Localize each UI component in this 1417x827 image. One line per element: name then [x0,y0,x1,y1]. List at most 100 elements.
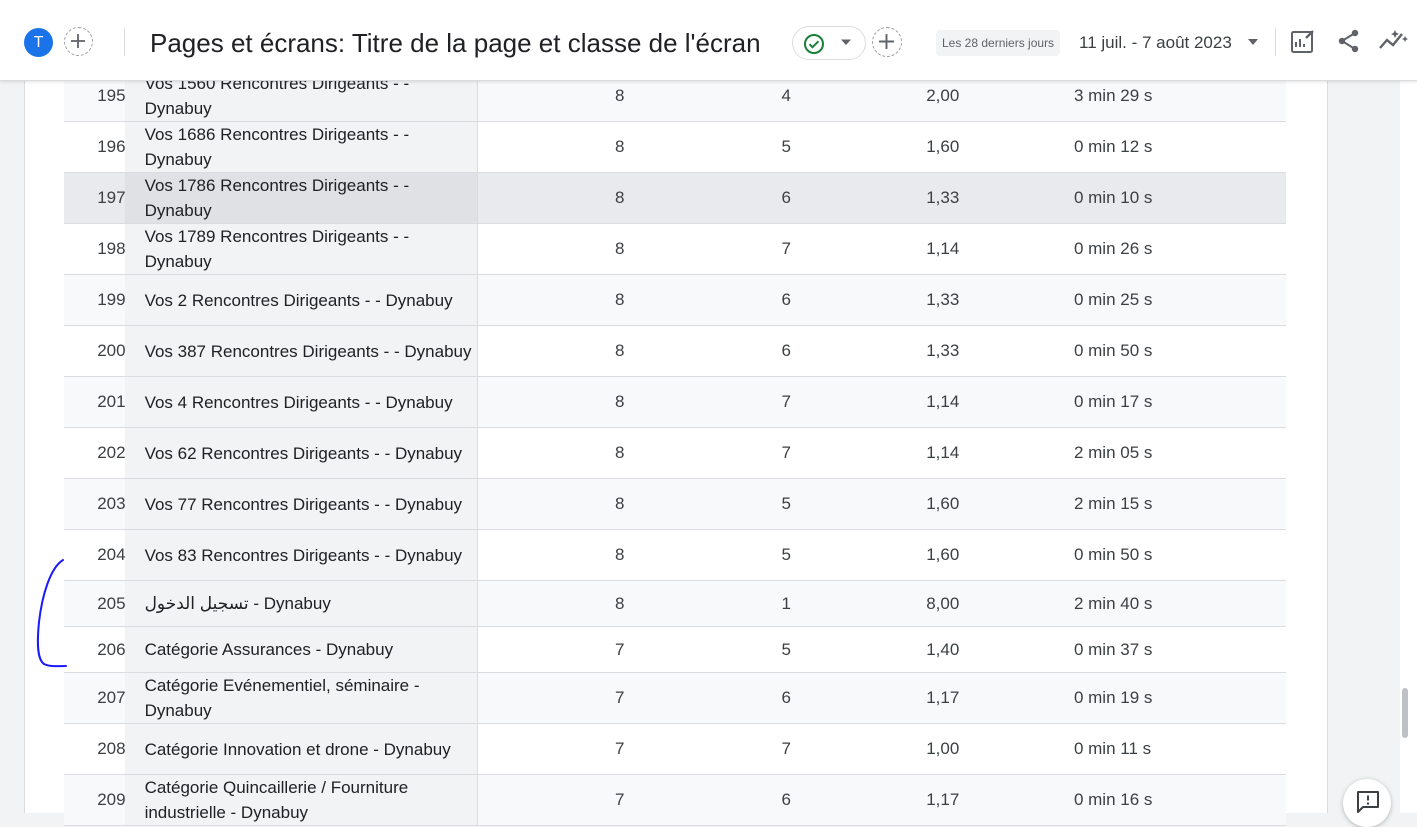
views-cell-text: 8 [614,137,625,156]
engagement-time-cell: 2 min 05 s [1073,427,1286,479]
views-cell-text: 7 [614,688,625,707]
row-index-text: 207 [97,688,126,707]
table-row[interactable]: 203 Vos 77 Rencontres Dirigeants - - Dyna… [64,478,1286,530]
users-cell: 5 [761,478,812,530]
date-range-dropdown-icon[interactable] [1247,37,1259,47]
views-per-user-cell-text: 1,14 [926,392,960,411]
table-row[interactable]: 200 Vos 387 Rencontres Dirigeants - - Dyn… [64,325,1286,377]
table-row[interactable]: 207 Catégorie Evénementiel, séminaire - D… [64,672,1286,724]
users-cell: 5 [761,626,812,673]
users-cell: 6 [761,325,812,377]
row-index-text: 199 [97,290,126,309]
users-cell-text: 4 [781,86,791,105]
views-per-user-cell-text: 1,60 [926,137,960,156]
row-index-text: 204 [97,545,126,564]
table-row[interactable]: 206 Catégorie Assurances - Dynabuy 7 5 1,40 0… [64,626,1286,673]
page-title-cell: Catégorie Quincaillerie / Fourniture ind… [124,774,479,826]
table-row[interactable]: 199 Vos 2 Rencontres Dirigeants - - Dynab… [64,274,1286,326]
table-row[interactable]: 196 Vos 1686 Rencontres Dirigeants - - Dy… [64,121,1286,173]
add-comparison-icon [71,34,85,48]
page-title-cell-text[interactable]: Catégorie Evénementiel, séminaire - Dyna… [145,676,420,720]
row-index-text: 197 [97,188,126,207]
page-title-cell-text[interactable]: Vos 1686 Rencontres Dirigeants - - Dynab… [145,125,410,169]
table-row[interactable]: 197 Vos 1786 Rencontres Dirigeants - - Dy… [64,172,1286,224]
engagement-time-cell-text: 0 min 19 s [1073,688,1153,707]
table-row[interactable]: 204 Vos 83 Rencontres Dirigeants - - Dyna… [64,529,1286,581]
users-cell: 6 [761,672,812,724]
page-title: Pages et écrans: Titre de la page et cla… [150,28,761,58]
page-title-cell: Catégorie Innovation et drone - Dynabuy [124,723,479,775]
views-cell: 8 [477,274,762,326]
chevron-down-icon [841,39,851,45]
row-index: 202 [64,427,126,479]
share-icon[interactable] [1336,28,1362,54]
page-title-cell-text[interactable]: Vos 1786 Rencontres Dirigeants - - Dynab… [145,176,410,220]
scrollbar-thumb[interactable] [1402,688,1408,738]
views-cell: 8 [477,223,762,275]
page-title-cell-text[interactable]: Catégorie Quincaillerie / Fourniture ind… [145,778,409,822]
add-filter-button[interactable] [872,27,902,57]
views-cell: 8 [477,172,762,224]
engagement-time-cell-text: 3 min 29 s [1073,86,1153,105]
insights-icon[interactable] [1379,28,1409,54]
users-cell: 6 [761,172,812,224]
users-cell-text: 6 [781,188,791,207]
views-per-user-cell: 1,60 [811,529,1074,581]
engagement-time-cell-text: 0 min 25 s [1073,290,1153,309]
page-title-cell: Vos 83 Rencontres Dirigeants - - Dynabuy [124,529,479,581]
row-index-text: 200 [97,341,126,360]
page-title-cell: Vos 1686 Rencontres Dirigeants - - Dynab… [124,121,479,173]
page-title-cell-text[interactable]: Vos 1789 Rencontres Dirigeants - - Dynab… [145,227,410,271]
table-row[interactable]: 202 Vos 62 Rencontres Dirigeants - - Dyna… [64,427,1286,479]
engagement-time-cell-text: 0 min 17 s [1073,392,1153,411]
users-cell-text: 7 [781,739,791,758]
status-chip[interactable] [792,26,866,60]
users-cell: 6 [761,274,812,326]
engagement-time-cell: 0 min 37 s [1073,626,1286,673]
feedback-button[interactable] [1343,779,1391,827]
engagement-time-cell: 2 min 40 s [1073,580,1286,627]
table-row[interactable]: 198 Vos 1789 Rencontres Dirigeants - - Dy… [64,223,1286,275]
users-cell-text: 6 [781,341,791,360]
avatar[interactable]: T [24,28,53,57]
page-title-cell-text[interactable]: Vos 387 Rencontres Dirigeants - - Dynabu… [145,342,472,361]
views-per-user-cell-text: 1,14 [926,443,960,462]
row-index-text: 202 [97,443,126,462]
table-row[interactable]: 208 Catégorie Innovation et drone - Dynab… [64,723,1286,775]
users-cell-text: 6 [781,790,791,809]
users-cell: 7 [761,376,812,428]
add-comparison-button[interactable] [64,27,93,56]
page-title-cell: Catégorie Evénementiel, séminaire - Dyna… [124,672,479,724]
row-index: 207 [64,672,126,724]
page-title-cell-text[interactable]: Vos 4 Rencontres Dirigeants - - Dynabuy [145,393,453,412]
engagement-time-cell: 0 min 50 s [1073,325,1286,377]
engagement-time-cell: 0 min 17 s [1073,376,1286,428]
page-title-cell-text[interactable]: Vos 77 Rencontres Dirigeants - - Dynabuy [145,495,463,514]
views-cell: 7 [477,774,762,826]
page-title-cell-text[interactable]: Catégorie Assurances - Dynabuy [145,640,394,659]
customize-report-icon[interactable] [1290,28,1316,54]
views-cell: 8 [477,529,762,581]
hand-drawn-bracket-annotation [36,559,67,668]
views-per-user-cell-text: 1,60 [926,494,960,513]
page-title-cell-text[interactable]: Vos 2 Rencontres Dirigeants - - Dynabuy [145,291,453,310]
views-cell-text: 8 [614,545,625,564]
views-per-user-cell: 1,17 [811,672,1074,724]
page-title-cell-text[interactable]: Vos 83 Rencontres Dirigeants - - Dynabuy [145,546,463,565]
views-cell-text: 7 [614,790,625,809]
views-cell: 8 [477,478,762,530]
table-row[interactable]: 201 Vos 4 Rencontres Dirigeants - - Dynab… [64,376,1286,428]
table-row[interactable]: 209 Catégorie Quincaillerie / Fourniture … [64,774,1286,826]
date-preset-label[interactable]: Les 28 derniers jours [936,30,1061,56]
views-per-user-cell: 1,60 [811,121,1074,173]
page-title-cell-text[interactable]: تسجيل الدخول - Dynabuy [145,594,331,613]
table-row[interactable]: 205 تسجيل الدخول - Dynabuy 8 1 8,00 2 min 40 … [64,580,1286,627]
row-index: 196 [64,121,126,173]
header-divider [124,28,125,56]
page-title-cell-text[interactable]: Vos 62 Rencontres Dirigeants - - Dynabuy [145,444,463,463]
engagement-time-cell-text: 2 min 15 s [1073,494,1153,513]
page-title-cell-text[interactable]: Catégorie Innovation et drone - Dynabuy [145,740,451,759]
date-range-label[interactable]: 11 juil. - 7 août 2023 [1079,31,1232,55]
engagement-time-cell-text: 0 min 50 s [1073,545,1153,564]
page-title-cell: Vos 77 Rencontres Dirigeants - - Dynabuy [124,478,479,530]
